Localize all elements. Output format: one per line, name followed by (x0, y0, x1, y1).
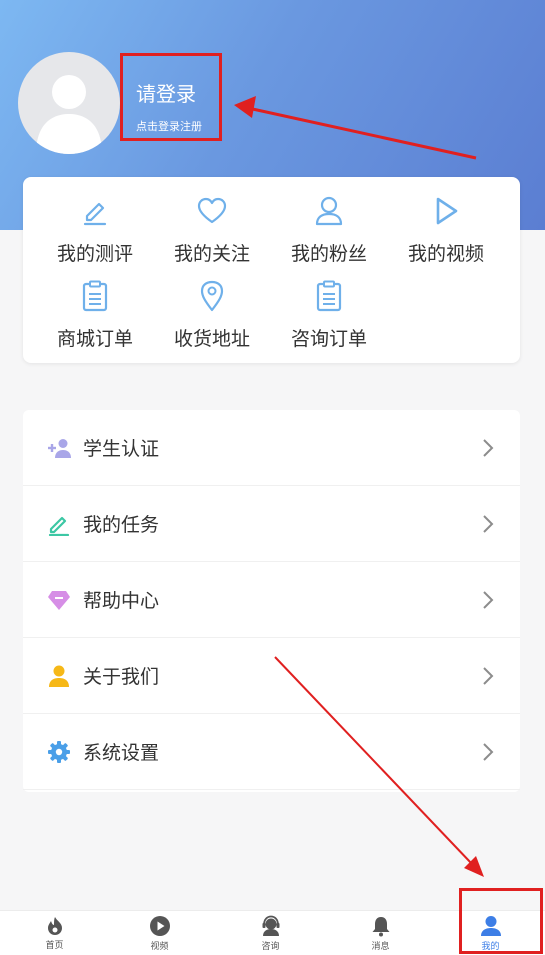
quick-item-label: 我的测评 (56, 243, 133, 265)
list-item-about-us[interactable]: 关于我们 (23, 638, 520, 714)
play-icon (436, 197, 458, 225)
chevron-right-icon (483, 438, 494, 457)
chevron-right-icon (483, 742, 494, 761)
heart-icon (197, 197, 227, 224)
flame-icon (47, 917, 62, 935)
tab-video[interactable]: 视频 (105, 911, 214, 955)
list-item-help-center[interactable]: 帮助中心 (23, 562, 520, 638)
tab-home[interactable]: 首页 (0, 911, 109, 955)
settings-list-card: 学生认证 我的任务 帮助中心 关于我们 系统设置 (23, 410, 520, 792)
chevron-right-icon (483, 514, 494, 533)
list-item-my-tasks[interactable]: 我的任务 (23, 486, 520, 562)
avatar[interactable] (18, 52, 120, 154)
quick-item-mall-orders[interactable]: 商城订单 (37, 278, 153, 351)
tab-highlight-box (459, 888, 543, 954)
list-item-student-verification[interactable]: 学生认证 (23, 410, 520, 486)
user-icon (315, 196, 343, 226)
list-item-label: 关于我们 (83, 666, 160, 688)
tab-label: 消息 (371, 942, 390, 952)
list-item-label: 帮助中心 (83, 590, 160, 612)
quick-item-label: 我的粉丝 (290, 243, 367, 265)
quick-item-my-follows[interactable]: 我的关注 (154, 193, 270, 266)
tab-messages[interactable]: 消息 (326, 911, 435, 955)
quick-item-label: 商城订单 (56, 328, 133, 350)
quick-item-consult-orders[interactable]: 咨询订单 (271, 278, 387, 351)
location-pin-icon (200, 280, 224, 312)
list-item-system-settings[interactable]: 系统设置 (23, 714, 520, 790)
tab-label: 咨询 (261, 942, 280, 952)
pencil-icon (48, 516, 70, 536)
headset-icon (262, 915, 279, 936)
play-circle-icon (149, 916, 170, 936)
tab-consult[interactable]: 咨询 (216, 911, 325, 955)
diamond-icon (48, 590, 70, 610)
default-avatar-icon (36, 75, 102, 154)
pencil-icon (83, 202, 107, 226)
clipboard-icon (82, 280, 108, 312)
list-item-label: 系统设置 (83, 742, 160, 764)
quick-item-label: 我的视频 (407, 243, 484, 265)
gear-icon (48, 740, 70, 763)
quick-item-my-fans[interactable]: 我的粉丝 (271, 193, 387, 266)
quick-item-shipping-address[interactable]: 收货地址 (154, 278, 270, 351)
quick-item-label: 我的关注 (173, 243, 250, 265)
quick-item-my-assessment[interactable]: 我的测评 (37, 193, 153, 266)
chevron-right-icon (483, 666, 494, 685)
bell-icon (372, 917, 389, 937)
quick-item-label: 咨询订单 (290, 328, 367, 350)
tab-label: 视频 (150, 942, 169, 952)
quick-item-my-videos[interactable]: 我的视频 (388, 193, 504, 266)
login-subtitle[interactable]: 点击登录注册 (136, 118, 202, 134)
list-item-label: 学生认证 (83, 438, 160, 460)
chevron-right-icon (483, 590, 494, 609)
quick-menu-card: 我的测评 我的关注 我的粉丝 我的视频 商城订单 收货地址 咨询订单 (23, 177, 520, 363)
tab-label: 首页 (45, 941, 64, 951)
arrow-head-icon (464, 856, 484, 877)
quick-item-label: 收货地址 (173, 328, 250, 350)
person-icon (49, 665, 69, 687)
list-item-label: 我的任务 (83, 514, 160, 536)
clipboard-icon (316, 280, 342, 312)
login-title[interactable]: 请登录 (136, 78, 196, 107)
add-user-icon (48, 438, 71, 458)
